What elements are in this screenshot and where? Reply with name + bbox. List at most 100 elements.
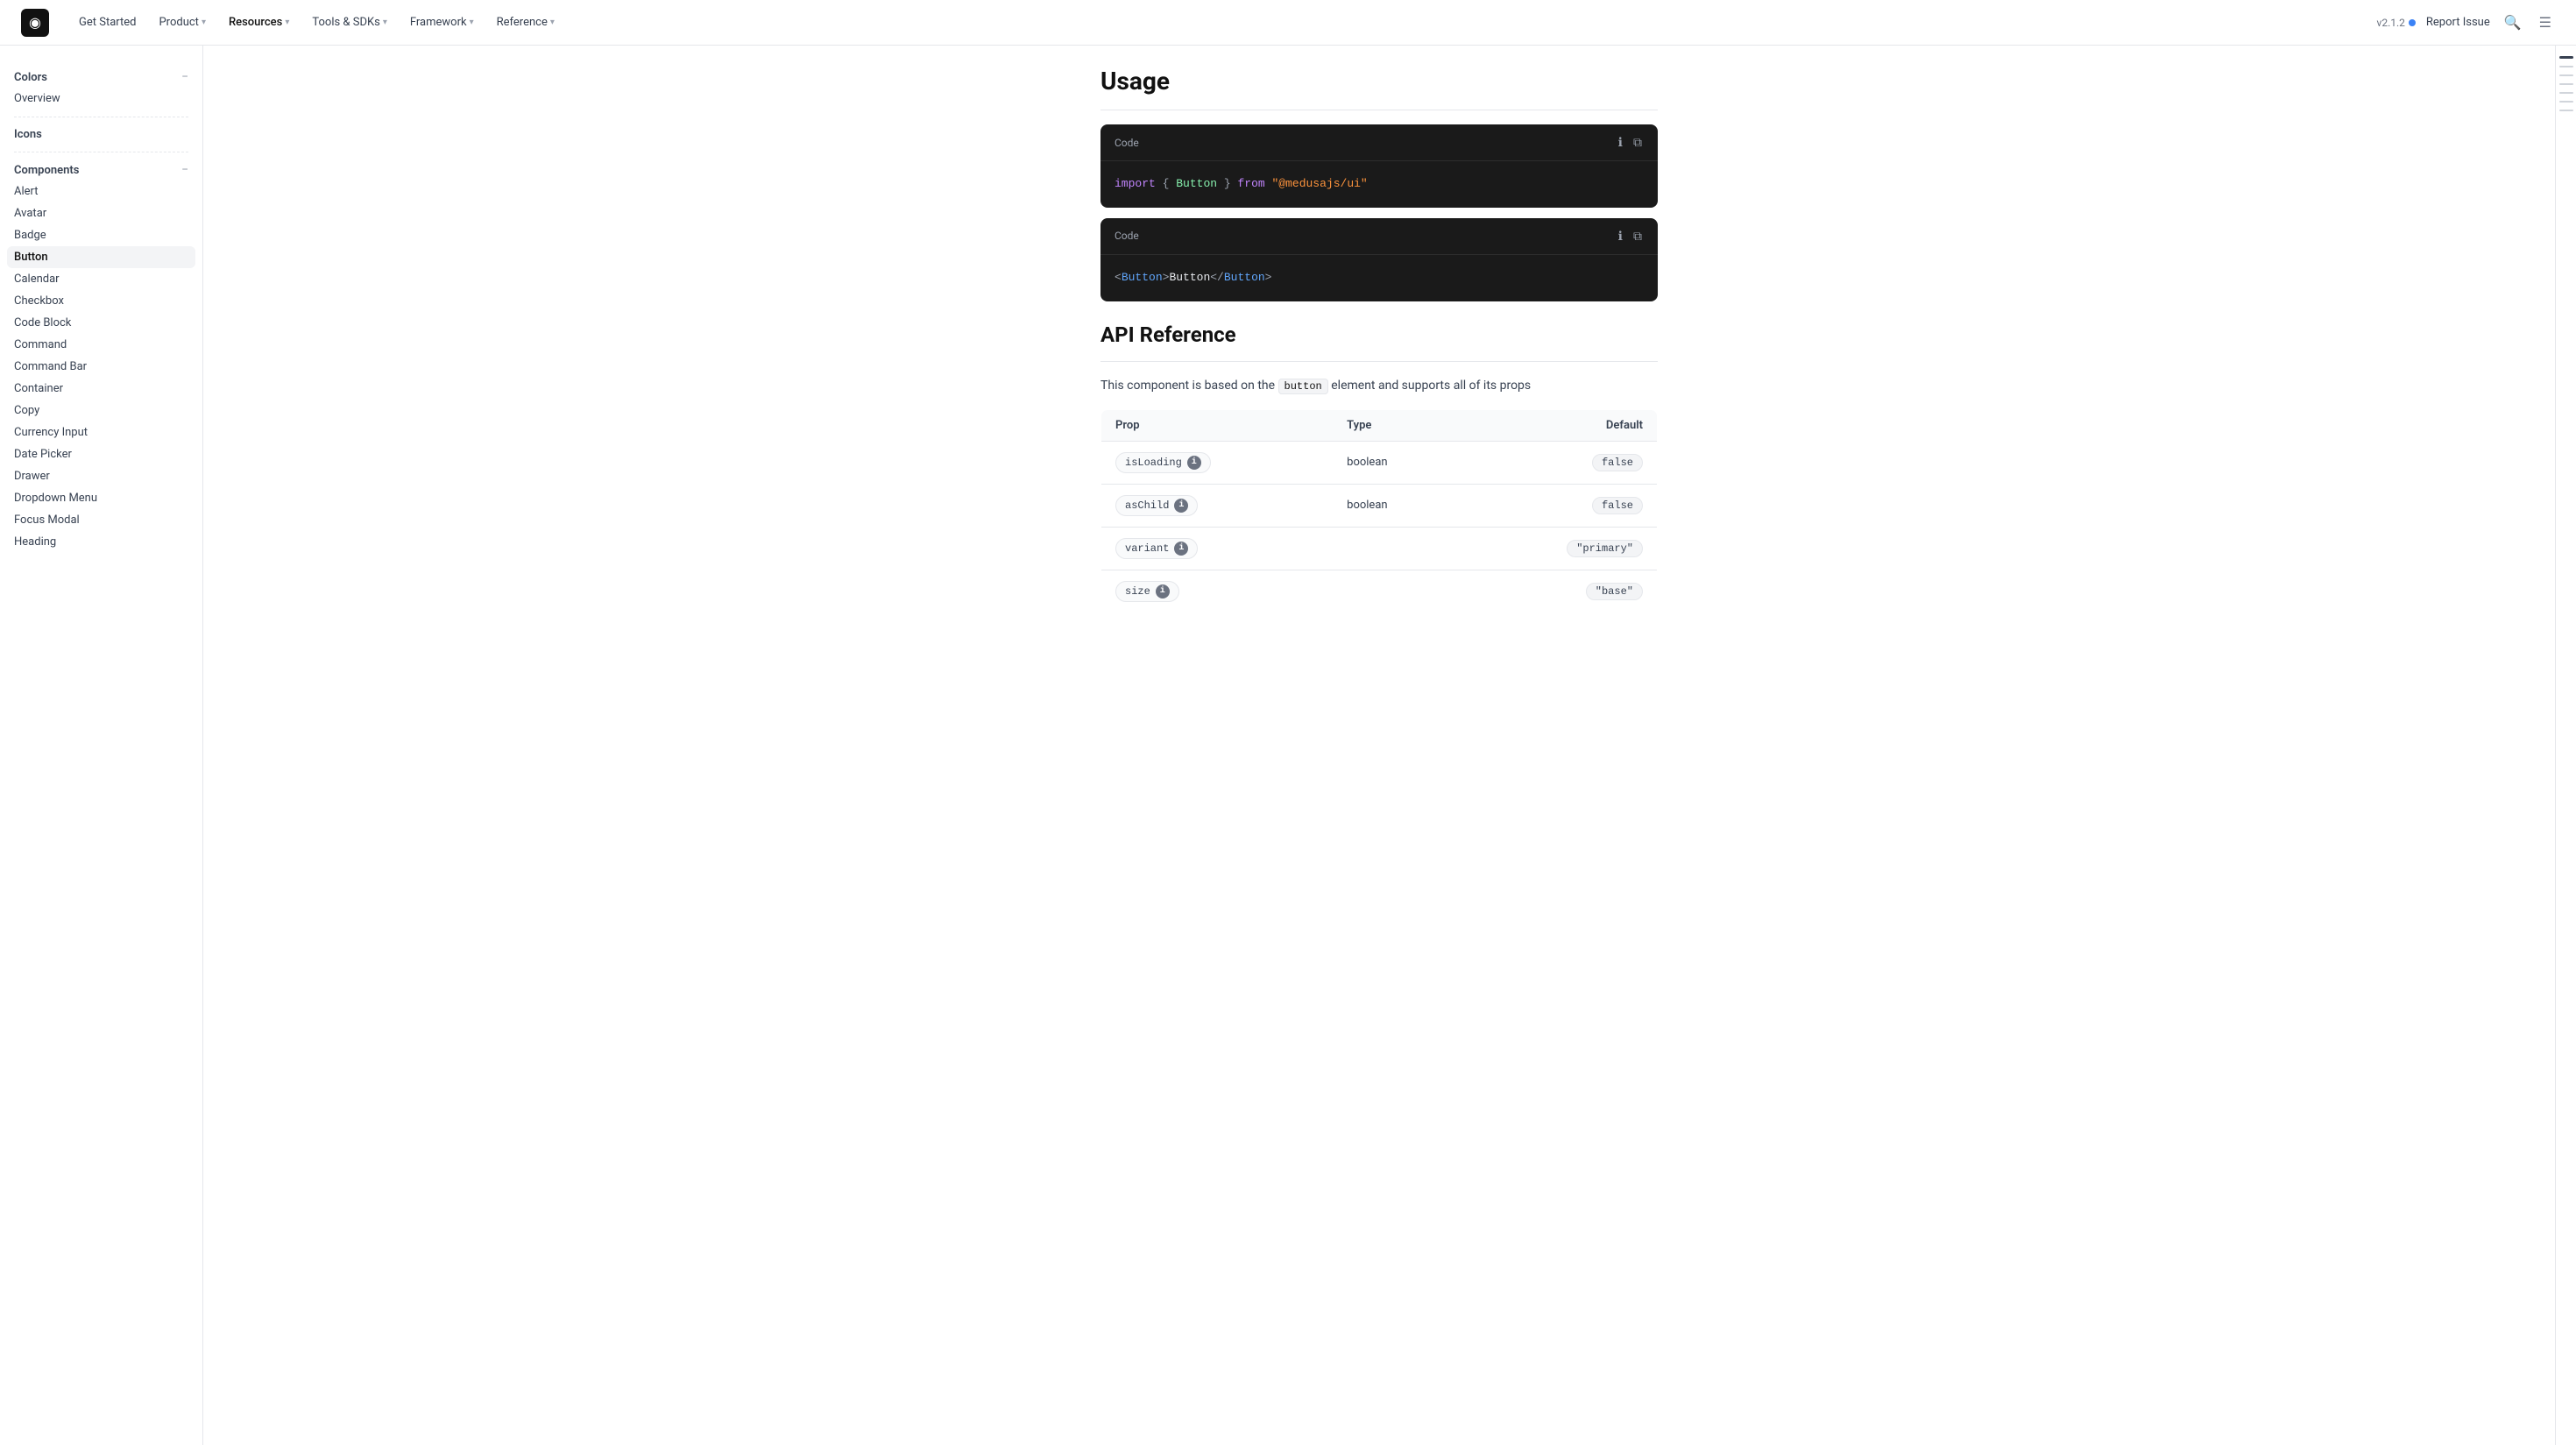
sidebar-item-dropdown-menu[interactable]: Dropdown Menu — [0, 487, 202, 509]
sidebar-item-focus-modal[interactable]: Focus Modal — [0, 509, 202, 531]
version-dot-icon — [2409, 19, 2416, 26]
table-row: varianti "primary" — [1101, 527, 1658, 570]
code-actions-1: ℹ ⧉ — [1617, 133, 1644, 152]
prop-cell: sizei — [1101, 570, 1334, 613]
sidebar-components-title: Components — [14, 164, 79, 177]
nav-resources[interactable]: Resources ▾ — [220, 11, 298, 33]
sidebar-item-overview[interactable]: Overview — [0, 88, 202, 110]
code-block-usage: Code ℹ ⧉ <Button>Button</Button> — [1100, 218, 1658, 301]
sidebar-item-drawer[interactable]: Drawer — [0, 465, 202, 487]
chevron-down-icon: ▾ — [383, 18, 387, 27]
code-block-header-2: Code ℹ ⧉ — [1100, 218, 1658, 255]
scroll-indicator-active — [2559, 56, 2573, 59]
info-icon-2[interactable]: ℹ — [1617, 227, 1624, 245]
code-import-name: Button — [1176, 177, 1217, 190]
info-icon[interactable]: i — [1187, 456, 1201, 470]
sidebar-item-copy[interactable]: Copy — [0, 400, 202, 421]
prop-badge: varianti — [1115, 538, 1198, 559]
scroll-indicator-5 — [2559, 101, 2573, 103]
scroll-indicator-4 — [2559, 92, 2573, 94]
default-cell: "primary" — [1461, 527, 1657, 570]
sidebar-item-container[interactable]: Container — [0, 378, 202, 400]
sidebar-item-command[interactable]: Command — [0, 334, 202, 356]
scroll-indicator-3 — [2559, 83, 2573, 85]
code-body-1: import { Button } from "@medusajs/ui" — [1100, 161, 1658, 208]
info-icon[interactable]: i — [1156, 584, 1170, 599]
nav-tools-sdks[interactable]: Tools & SDKs ▾ — [303, 11, 396, 33]
sidebar-item-checkbox[interactable]: Checkbox — [0, 290, 202, 312]
nav-reference[interactable]: Reference ▾ — [488, 11, 563, 33]
right-panel — [2555, 46, 2576, 1445]
logo[interactable]: ◉ — [21, 9, 49, 37]
sidebar-item-currency-input[interactable]: Currency Input — [0, 421, 202, 443]
chevron-down-icon: ▾ — [285, 18, 289, 27]
sidebar-icons-title: Icons — [14, 128, 42, 141]
col-prop: Prop — [1101, 409, 1334, 441]
top-nav: ◉ Get Started Product ▾ Resources ▾ Tool… — [0, 0, 2576, 46]
body-layout: Colors − Overview Icons Components − Ale… — [0, 46, 2576, 1445]
code-block-import: Code ℹ ⧉ import { Button } from "@medusa… — [1100, 124, 1658, 208]
sidebar-section-components-header: Components − — [0, 159, 202, 181]
sidebar-section-icons-header: Icons — [0, 124, 202, 145]
copy-icon-2[interactable]: ⧉ — [1631, 227, 1644, 245]
sidebar: Colors − Overview Icons Components − Ale… — [0, 46, 203, 1445]
table-row: isLoadingibooleanfalse — [1101, 441, 1658, 484]
info-icon[interactable]: i — [1174, 499, 1188, 513]
code-string-module: "@medusajs/ui" — [1272, 177, 1368, 190]
prop-badge: sizei — [1115, 581, 1179, 602]
default-cell: "base" — [1461, 570, 1657, 613]
sidebar-item-command-bar[interactable]: Command Bar — [0, 356, 202, 378]
chevron-down-icon: ▾ — [550, 18, 555, 27]
nav-framework[interactable]: Framework ▾ — [401, 11, 483, 33]
sidebar-item-calendar[interactable]: Calendar — [0, 268, 202, 290]
type-cell: boolean — [1333, 484, 1461, 527]
content-inner: Usage Code ℹ ⧉ import { Button } from — [1072, 46, 1686, 655]
code-tag-open: Button — [1122, 271, 1163, 284]
scroll-indicator-1 — [2559, 66, 2573, 67]
sidebar-colors-title: Colors — [14, 71, 47, 84]
api-divider — [1100, 361, 1658, 362]
prop-cell: isLoadingi — [1101, 441, 1334, 484]
code-label-1: Code — [1115, 137, 1139, 149]
copy-icon[interactable]: ⧉ — [1631, 133, 1644, 152]
code-keyword-from: from — [1237, 177, 1264, 190]
prop-badge: isLoadingi — [1115, 452, 1211, 473]
code-actions-2: ℹ ⧉ — [1617, 227, 1644, 245]
sidebar-item-date-picker[interactable]: Date Picker — [0, 443, 202, 465]
sidebar-item-alert[interactable]: Alert — [0, 181, 202, 202]
default-cell: false — [1461, 484, 1657, 527]
prop-cell: asChildi — [1101, 484, 1334, 527]
collapse-icon[interactable]: − — [181, 70, 188, 84]
nav-links: Get Started Product ▾ Resources ▾ Tools … — [70, 11, 2356, 33]
sidebar-item-avatar[interactable]: Avatar — [0, 202, 202, 224]
search-icon[interactable]: 🔍 — [2501, 11, 2525, 34]
default-badge: "primary" — [1567, 540, 1643, 557]
table-header-row: Prop Type Default — [1101, 409, 1658, 441]
page-usage-title: Usage — [1100, 67, 1658, 96]
prop-cell: varianti — [1101, 527, 1334, 570]
logo-icon: ◉ — [29, 14, 41, 31]
sidebar-item-code-block[interactable]: Code Block — [0, 312, 202, 334]
collapse-icon-2[interactable]: − — [181, 163, 188, 177]
code-tag-close: Button — [1224, 271, 1265, 284]
sidebar-item-button[interactable]: Button — [7, 246, 195, 268]
api-inline-code: button — [1278, 379, 1328, 394]
menu-icon[interactable]: ☰ — [2536, 11, 2555, 34]
info-icon[interactable]: ℹ — [1617, 133, 1624, 152]
info-icon[interactable]: i — [1174, 542, 1188, 556]
api-ref-title: API Reference — [1100, 322, 1658, 347]
default-badge: "base" — [1586, 583, 1643, 600]
type-cell — [1333, 570, 1461, 613]
col-default: Default — [1461, 409, 1657, 441]
report-issue-link[interactable]: Report Issue — [2426, 16, 2490, 29]
sidebar-item-heading[interactable]: Heading — [0, 531, 202, 553]
code-keyword-import: import — [1115, 177, 1156, 190]
api-description: This component is based on the button el… — [1100, 376, 1658, 395]
code-body-2: <Button>Button</Button> — [1100, 255, 1658, 301]
nav-product[interactable]: Product ▾ — [150, 11, 214, 33]
scroll-indicator-6 — [2559, 110, 2573, 111]
table-row: asChildibooleanfalse — [1101, 484, 1658, 527]
sidebar-item-badge[interactable]: Badge — [0, 224, 202, 246]
chevron-down-icon: ▾ — [202, 18, 206, 27]
nav-get-started[interactable]: Get Started — [70, 11, 145, 33]
